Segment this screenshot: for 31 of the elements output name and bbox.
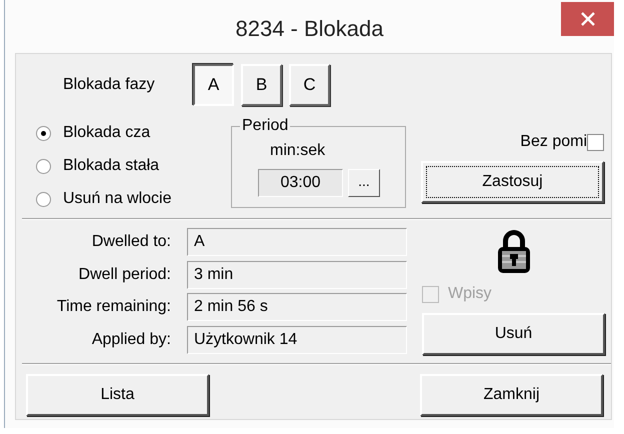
readonly-field: 2 min 56 s [187,293,407,321]
phase-button[interactable]: B [241,64,282,106]
field-label: Applied by: [90,330,171,350]
remove-button[interactable]: Usuń [422,313,605,355]
dialog-button[interactable]: Lista [26,374,209,416]
dialog-button[interactable]: Zamknij [420,374,603,416]
readonly-field: 3 min [187,260,407,288]
close-button[interactable] [561,2,614,36]
browse-button[interactable]: ... [348,169,380,197]
window-title: 8234 - Blokada [236,16,384,42]
apply-button[interactable]: Zastosuj [421,161,604,203]
readonly-field: A [187,228,407,256]
checkbox[interactable] [587,134,604,150]
unit-label: min:sek [270,142,326,160]
radio-label: Blokada stała [63,157,160,175]
phase-label: Blokada fazy [63,76,156,94]
readonly-field: Użytkownik 14 [187,326,407,354]
radio-label: Blokada cza [63,124,150,142]
radio-label: Usuń na wlocie [63,190,172,208]
phase-button[interactable]: A [193,64,234,106]
radio-button[interactable] [36,192,51,206]
period-field[interactable]: 03:00 [258,169,343,197]
checkbox-label: Bez pomi [520,133,587,151]
checkbox-label: Wpisy [448,285,492,303]
radio-button[interactable] [36,158,51,174]
field-label: Dwell period: [78,264,171,284]
field-label: Dwelled to: [90,232,171,252]
field-label: Time remaining: [56,297,171,317]
radio-button[interactable] [36,126,51,140]
close-icon [580,11,596,27]
phase-button[interactable]: C [289,64,330,106]
